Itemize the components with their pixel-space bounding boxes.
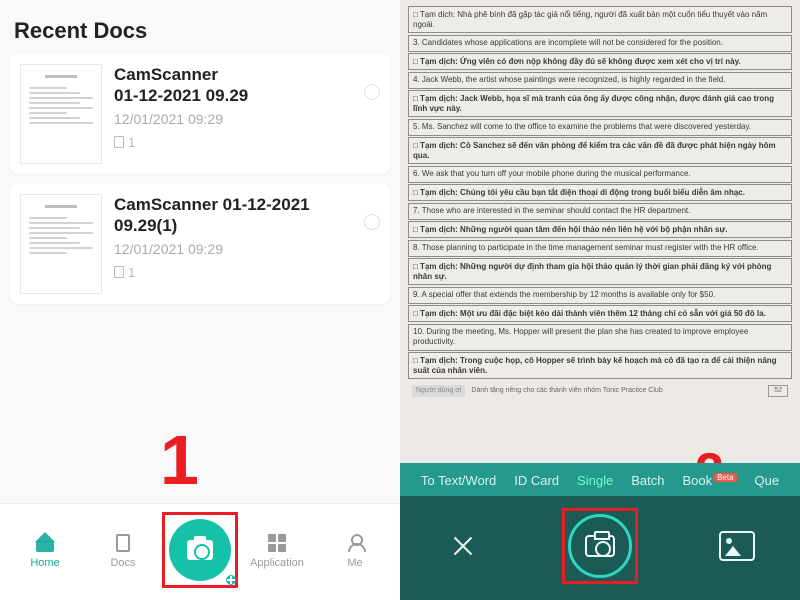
mode-label: Book [682,473,712,488]
doc-item[interactable]: CamScanner 01-12-2021 09.29(1) 12/01/202… [10,184,390,304]
select-radio[interactable] [364,84,380,100]
section-title: Recent Docs [0,0,400,54]
preview-line: □ Tạm dịch: Một ưu đãi đặc biệt kéo dài … [408,305,792,322]
docs-icon [116,534,130,552]
preview-line: 6. We ask that you turn off your mobile … [408,166,792,183]
preview-line: □ Tạm dịch: Cô Sanchez sẽ đến văn phòng … [408,137,792,164]
preview-line: □ Tạm dịch: Jack Webb, họa sĩ mà tranh c… [408,90,792,117]
doc-title-line: 01-12-2021 09.29 [114,86,248,105]
nav-label: Me [347,557,362,569]
beta-badge: Beta [714,473,736,482]
mode-batch[interactable]: Batch [631,473,664,488]
preview-line: 4. Jack Webb, the artist whose paintings… [408,72,792,89]
highlight-box-2 [562,508,638,584]
mode-single[interactable]: Single [577,473,613,488]
doc-title: CamScanner 01-12-2021 09.29 [114,64,352,107]
footer-tag: Người dùng ơi [412,385,465,398]
bottom-nav: Home Docs Application Me [0,503,400,600]
shutter-button[interactable] [568,514,632,578]
annotation-step-1: 1 [160,420,199,500]
nav-home[interactable]: Home [6,532,84,569]
gallery-button[interactable] [719,531,755,561]
doc-thumbnail [20,64,102,164]
preview-line: 9. A special offer that extends the memb… [408,287,792,304]
sheet-icon [114,136,124,148]
footer-text: Dành tặng riêng cho các thành viên nhóm … [471,387,762,396]
doc-item[interactable]: CamScanner 01-12-2021 09.29 12/01/2021 0… [10,54,390,174]
nav-application[interactable]: Application [238,532,316,569]
plus-icon [226,575,236,585]
preview-line: □ Tạm dịch: Trong cuộc họp, cô Hopper sẽ… [408,352,792,379]
preview-line: 5. Ms. Sanchez will come to the office t… [408,119,792,136]
count-value: 1 [128,265,135,280]
count-value: 1 [128,135,135,150]
doc-page-count: 1 [114,135,352,150]
preview-line: 10. During the meeting, Ms. Hopper will … [408,324,792,351]
highlight-box-1 [162,512,238,588]
viewfinder-document: □ Tạm dịch: Nhà phê bình đã gặp tác giả … [400,0,800,463]
preview-line: 8. Those planning to participate in the … [408,240,792,257]
sheet-icon [114,266,124,278]
footer-page: 52 [768,385,788,398]
doc-title-line: CamScanner [114,65,218,84]
doc-thumbnail [20,194,102,294]
doc-date: 12/01/2021 09:29 [114,241,352,257]
close-button[interactable] [445,528,481,564]
mode-to-text[interactable]: To Text/Word [421,473,496,488]
preview-line: □ Tạm dịch: Những người dự định tham gia… [408,258,792,285]
nav-label: Home [30,557,59,569]
select-radio[interactable] [364,214,380,230]
grid-icon [268,534,286,552]
nav-me[interactable]: Me [316,532,394,569]
doc-page-count: 1 [114,265,352,280]
preview-line: □ Tạm dịch: Chúng tôi yêu cầu bạn tắt đi… [408,184,792,201]
preview-line: 7. Those who are interested in the semin… [408,203,792,220]
camera-capture-screen: □ Tạm dịch: Nhà phê bình đã gặp tác giả … [400,0,800,600]
camera-icon [585,535,615,557]
doc-title: CamScanner 01-12-2021 09.29(1) [114,194,352,237]
home-icon [36,534,54,552]
close-icon [451,534,475,558]
nav-label: Application [250,557,304,569]
person-icon [346,534,364,552]
doc-info: CamScanner 01-12-2021 09.29(1) 12/01/202… [114,194,352,280]
doc-info: CamScanner 01-12-2021 09.29 12/01/2021 0… [114,64,352,150]
capture-bar [400,496,800,600]
preview-line: 3. Candidates whose applications are inc… [408,35,792,52]
docs-home-screen: Recent Docs CamScanner 01-12-2021 09.29 … [0,0,400,600]
preview-line: □ Tạm dịch: Nhà phê bình đã gặp tác giả … [408,6,792,33]
doc-date: 12/01/2021 09:29 [114,111,352,127]
camera-fab[interactable] [169,519,231,581]
mode-book[interactable]: BookBeta [682,473,736,488]
scan-mode-strip[interactable]: To Text/Word ID Card Single Batch BookBe… [400,463,800,496]
nav-docs[interactable]: Docs [84,532,162,569]
preview-line: □ Tạm dịch: Những người quan tâm đến hội… [408,221,792,238]
mode-id-card[interactable]: ID Card [514,473,559,488]
camera-icon [187,540,213,560]
nav-label: Docs [110,557,135,569]
preview-line: □ Tạm dịch: Ứng viên có đơn nộp không đầ… [408,53,792,70]
recent-docs-list: CamScanner 01-12-2021 09.29 12/01/2021 0… [0,54,400,503]
mode-question[interactable]: Que [755,473,780,488]
